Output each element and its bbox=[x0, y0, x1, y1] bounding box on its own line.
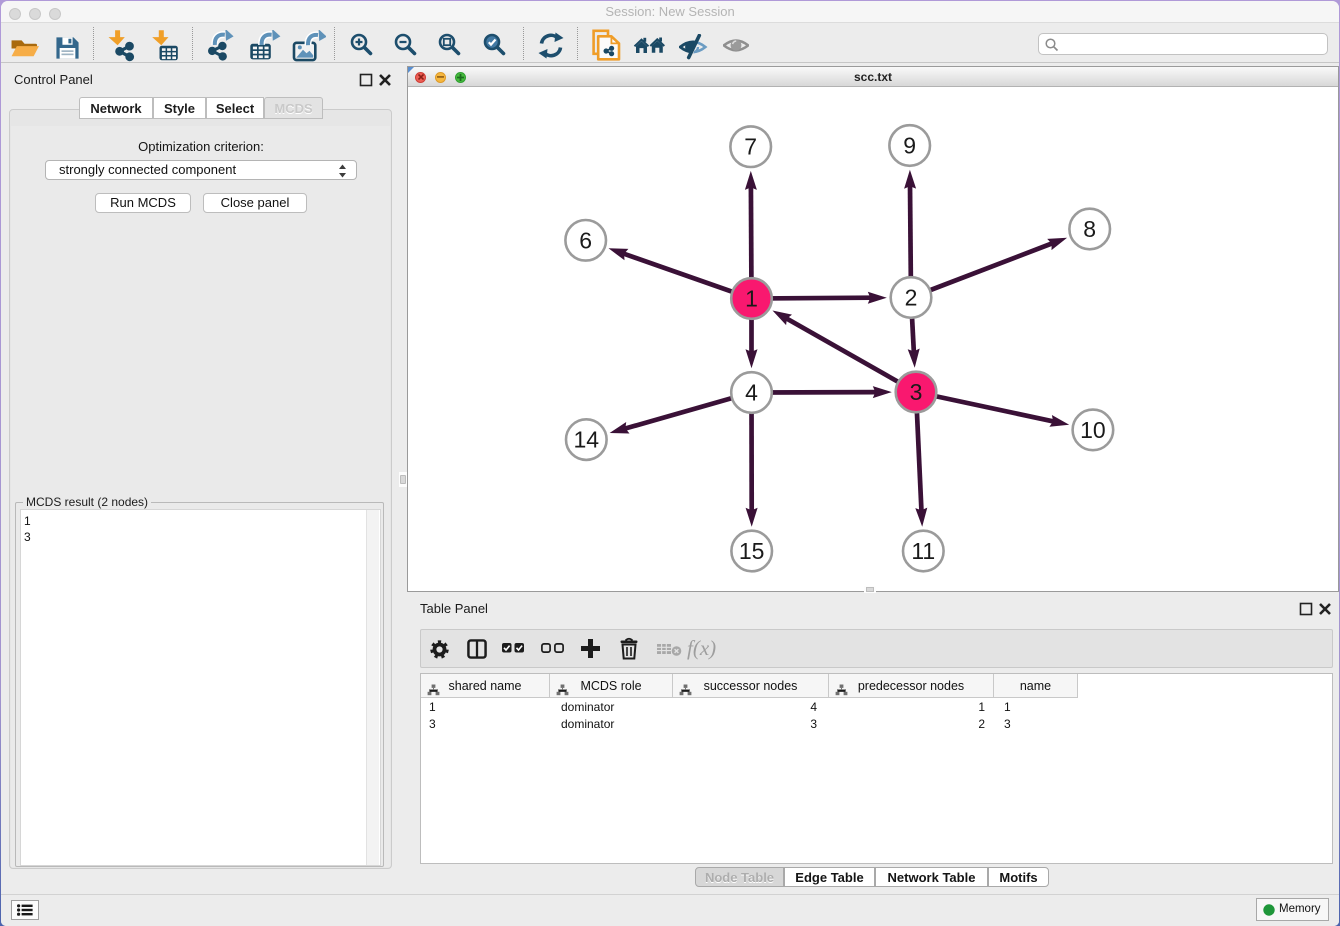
svg-text:1: 1 bbox=[745, 286, 758, 312]
svg-text:2: 2 bbox=[905, 285, 918, 311]
svg-text:10: 10 bbox=[1080, 417, 1106, 443]
svg-text:15: 15 bbox=[739, 538, 765, 564]
svg-text:9: 9 bbox=[903, 133, 916, 159]
svg-text:8: 8 bbox=[1083, 216, 1096, 242]
svg-text:11: 11 bbox=[911, 538, 935, 564]
svg-text:7: 7 bbox=[744, 134, 757, 160]
svg-text:14: 14 bbox=[574, 427, 600, 453]
svg-text:3: 3 bbox=[910, 379, 923, 405]
svg-text:4: 4 bbox=[745, 380, 758, 406]
svg-text:6: 6 bbox=[579, 227, 592, 253]
